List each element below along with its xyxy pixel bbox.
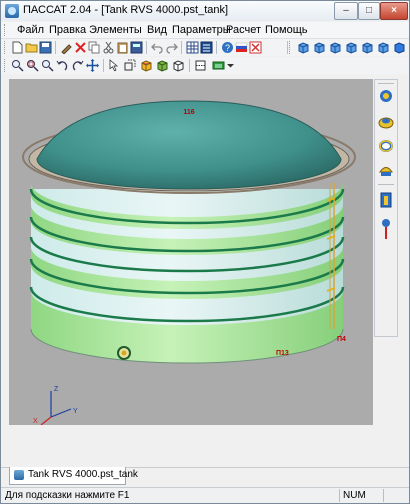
nozzle-center bbox=[121, 350, 127, 356]
label-side: П4 bbox=[337, 336, 346, 343]
section-icon[interactable] bbox=[194, 59, 207, 72]
support-icon[interactable] bbox=[378, 192, 394, 210]
num-lock-indicator: NUM bbox=[339, 489, 383, 502]
delete-icon[interactable] bbox=[74, 41, 87, 54]
menu-elements[interactable]: Элементы bbox=[89, 23, 142, 37]
cut-icon[interactable] bbox=[102, 41, 115, 54]
status-hint: Для подсказки нажмите F1 bbox=[5, 490, 130, 501]
toolbar-grip bbox=[4, 59, 8, 72]
tank-3d-model: 116 П4 П13 Z Y X bbox=[22, 100, 356, 425]
zoom-extents-icon[interactable] bbox=[41, 59, 54, 72]
display-mode-icon[interactable] bbox=[212, 59, 225, 72]
toolbar-separator bbox=[146, 41, 147, 54]
probe-icon[interactable] bbox=[378, 218, 394, 240]
window-title: ПАССАТ 2.04 - [Tank RVS 4000.pst_tank] bbox=[23, 4, 229, 16]
language-ru-icon[interactable] bbox=[235, 41, 248, 54]
nozzle-icon[interactable] bbox=[378, 88, 394, 104]
minimize-button[interactable]: – bbox=[334, 2, 358, 20]
axis-z-label: Z bbox=[54, 386, 59, 393]
close-button[interactable]: × bbox=[380, 2, 408, 20]
toolbar-separator bbox=[287, 41, 288, 54]
document-icon bbox=[14, 470, 24, 480]
toolbar-grip bbox=[289, 41, 293, 54]
table-icon[interactable] bbox=[186, 41, 199, 54]
3d-viewport[interactable]: 116 П4 П13 Z Y X bbox=[9, 79, 373, 425]
toolbar-grip bbox=[4, 41, 8, 54]
toolbar-separator bbox=[216, 41, 217, 54]
toolbar-separator bbox=[189, 59, 190, 72]
menu-parameters[interactable]: Параметры bbox=[172, 23, 231, 37]
maximize-button[interactable]: □ bbox=[358, 2, 380, 20]
status-cell-empty bbox=[383, 489, 409, 502]
copy-icon[interactable] bbox=[88, 41, 101, 54]
zoom-icon[interactable] bbox=[11, 59, 24, 72]
report-icon[interactable] bbox=[249, 41, 262, 54]
select-icon[interactable] bbox=[108, 59, 121, 72]
wireframe-cube-icon[interactable] bbox=[156, 59, 169, 72]
label-base: П13 bbox=[276, 350, 289, 357]
axis-y bbox=[50, 408, 72, 418]
help-icon[interactable]: ? bbox=[221, 41, 234, 54]
title-bar: ПАССАТ 2.04 - [Tank RVS 4000.pst_tank] –… bbox=[1, 1, 409, 21]
view-iso-icon[interactable] bbox=[393, 41, 406, 54]
view-back-icon[interactable] bbox=[313, 41, 326, 54]
document-tab-bar: Tank RVS 4000.pst_tank bbox=[1, 467, 409, 486]
chevron-down-icon[interactable] bbox=[226, 59, 235, 72]
properties-icon[interactable] bbox=[60, 41, 73, 54]
perspective-icon[interactable] bbox=[172, 59, 185, 72]
redo-icon[interactable] bbox=[165, 41, 178, 54]
menu-view[interactable]: Вид bbox=[147, 23, 167, 37]
axis-x bbox=[40, 416, 52, 425]
toolbar-separator bbox=[378, 184, 394, 185]
app-window: ПАССАТ 2.04 - [Tank RVS 4000.pst_tank] –… bbox=[0, 0, 410, 504]
view-bottom-icon[interactable] bbox=[345, 41, 358, 54]
menu-bar: Файл Правка Элементы Вид Параметры Расче… bbox=[1, 22, 409, 39]
open-folder-icon[interactable] bbox=[25, 41, 38, 54]
calculator-icon[interactable] bbox=[130, 41, 143, 54]
menu-file[interactable]: Файл bbox=[17, 23, 44, 37]
view-right-icon[interactable] bbox=[377, 41, 390, 54]
axis-y-label: Y bbox=[73, 408, 78, 415]
view-front-icon[interactable] bbox=[297, 41, 310, 54]
new-file-icon[interactable] bbox=[11, 41, 24, 54]
view-top-icon[interactable] bbox=[329, 41, 342, 54]
undo-icon[interactable] bbox=[151, 41, 164, 54]
pan-icon[interactable] bbox=[86, 59, 99, 72]
toolbar-separator bbox=[181, 41, 182, 54]
tab-document[interactable]: Tank RVS 4000.pst_tank bbox=[9, 467, 138, 485]
view-toolbar bbox=[1, 57, 409, 74]
tab-label: Tank RVS 4000.pst_tank bbox=[28, 469, 138, 480]
table-edit-icon[interactable] bbox=[200, 41, 213, 54]
rotate-ccw-icon[interactable] bbox=[56, 59, 69, 72]
status-bar: Для подсказки нажмите F1 NUM bbox=[1, 487, 409, 503]
rotate-cw-icon[interactable] bbox=[71, 59, 84, 72]
app-icon bbox=[5, 4, 19, 18]
toolbar-grip bbox=[378, 83, 394, 84]
ring-stiffener-icon[interactable] bbox=[378, 138, 394, 154]
svg-text:?: ? bbox=[225, 43, 230, 53]
menu-help[interactable]: Помощь bbox=[265, 23, 308, 37]
menu-grip bbox=[4, 24, 8, 36]
axis-x-label: X bbox=[33, 418, 38, 425]
paste-icon[interactable] bbox=[116, 41, 129, 54]
main-toolbar: ? bbox=[1, 39, 409, 56]
menu-calculate[interactable]: Расчет bbox=[226, 23, 261, 37]
ring-icon[interactable] bbox=[378, 114, 394, 130]
shaded-cube-icon[interactable] bbox=[140, 59, 153, 72]
view-left-icon[interactable] bbox=[361, 41, 374, 54]
toolbar-separator bbox=[55, 41, 56, 54]
zoom-window-icon[interactable] bbox=[26, 59, 39, 72]
label-top: 116 bbox=[183, 109, 194, 116]
roof-icon[interactable] bbox=[378, 162, 394, 178]
menu-edit[interactable]: Правка bbox=[49, 23, 86, 37]
transform-icon[interactable] bbox=[123, 59, 136, 72]
elements-toolbar bbox=[374, 79, 398, 337]
save-icon[interactable] bbox=[39, 41, 52, 54]
toolbar-separator bbox=[103, 59, 104, 72]
